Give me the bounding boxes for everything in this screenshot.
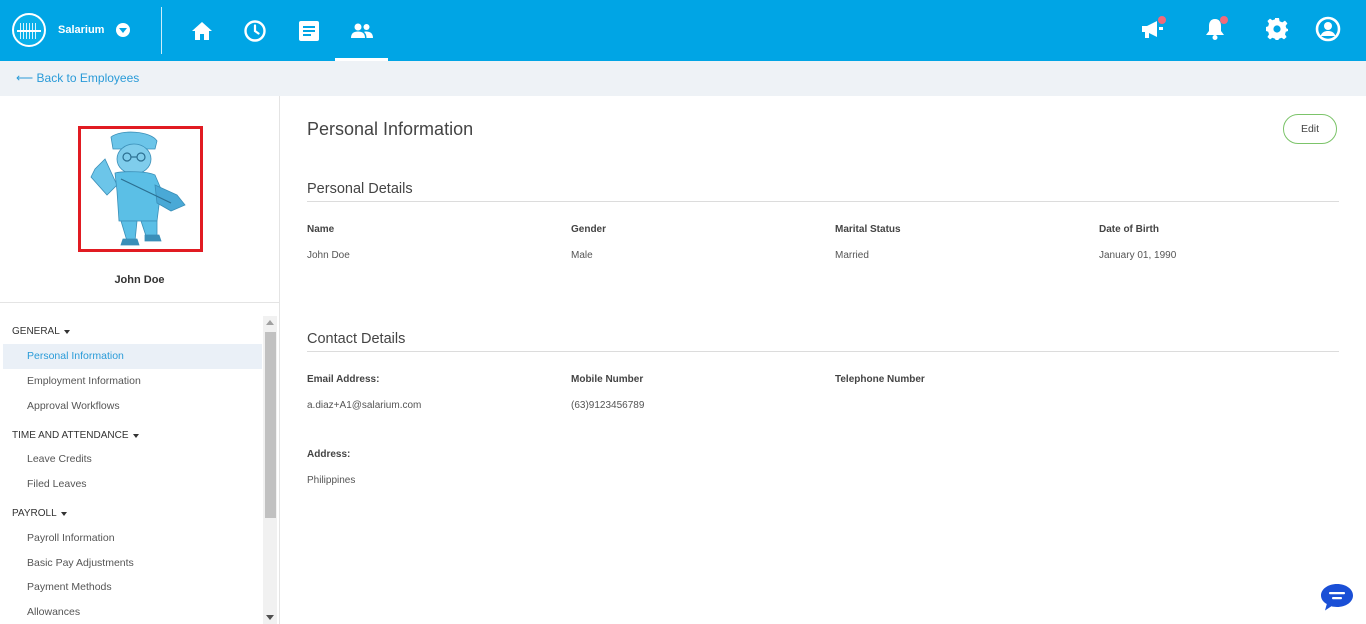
employee-illustration-icon (90, 131, 186, 246)
page-title: Personal Information (307, 119, 474, 139)
sidebar-item-payroll-information[interactable]: Payroll Information (3, 526, 262, 551)
date-of-birth-label: Date of Birth (1099, 224, 1159, 235)
caret-down-icon (60, 511, 67, 516)
scrollbar-thumb[interactable] (265, 332, 276, 518)
back-to-employees-link[interactable]: ⟵ Back to Employees (16, 71, 139, 85)
menu-group-label: GENERAL (12, 326, 60, 337)
people-icon[interactable] (335, 0, 388, 61)
gear-icon[interactable] (1262, 14, 1292, 44)
clock-icon[interactable] (228, 0, 281, 61)
name-label: Name (307, 224, 335, 235)
sidebar-item-leave-credits[interactable]: Leave Credits (3, 447, 262, 472)
sidebar-scrollbar[interactable] (263, 316, 277, 624)
sidebar-item-allowances[interactable]: Allowances (3, 600, 262, 624)
section-divider (307, 351, 1339, 352)
marital-status-value: Married (835, 250, 869, 261)
sidebar-item-payment-methods[interactable]: Payment Methods (3, 575, 262, 600)
salarium-logo-icon (12, 13, 46, 47)
gender-value: Male (571, 250, 593, 261)
menu-group-payroll[interactable]: PAYROLL (12, 508, 67, 519)
contact-details-heading: Contact Details (307, 331, 406, 347)
top-navigation-bar: Salarium (0, 0, 1366, 61)
marital-status-label: Marital Status (835, 224, 901, 235)
menu-group-label: PAYROLL (12, 508, 57, 519)
address-value: Philippines (307, 475, 356, 486)
nav-divider (161, 7, 162, 54)
scroll-up-arrow-icon[interactable] (266, 320, 274, 325)
document-icon[interactable] (282, 0, 335, 61)
edit-button[interactable]: Edit (1283, 114, 1337, 144)
mobile-number-value: (63)9123456789 (571, 400, 645, 411)
caret-down-icon (132, 433, 139, 438)
chat-bubble-icon[interactable] (1320, 582, 1354, 612)
name-value: John Doe (307, 250, 350, 261)
employee-name: John Doe (114, 274, 165, 286)
section-divider (307, 201, 1339, 202)
sidebar-item-approval-workflows[interactable]: Approval Workflows (3, 394, 262, 419)
sidebar-item-personal-information[interactable]: Personal Information (3, 344, 262, 369)
chevron-down-icon[interactable] (116, 23, 131, 37)
company-switcher[interactable]: Salarium (12, 13, 131, 47)
personal-details-heading: Personal Details (307, 181, 413, 197)
menu-group-label: TIME AND ATTENDANCE (12, 430, 129, 441)
home-icon[interactable] (175, 0, 228, 61)
employee-sidebar: John Doe GENERAL Personal Information Em… (0, 96, 280, 624)
caret-down-icon (63, 329, 70, 334)
bell-icon[interactable] (1200, 14, 1230, 44)
notification-dot (1220, 16, 1228, 24)
telephone-number-label: Telephone Number (835, 374, 925, 385)
sidebar-item-employment-information[interactable]: Employment Information (3, 369, 262, 394)
notification-dot (1158, 16, 1166, 24)
mobile-number-label: Mobile Number (571, 374, 644, 385)
avatar[interactable] (78, 126, 203, 252)
user-circle-icon[interactable] (1313, 14, 1343, 44)
company-name: Salarium (58, 24, 105, 36)
sidebar-item-basic-pay-adjustments[interactable]: Basic Pay Adjustments (3, 551, 262, 576)
sidebar-item-filed-leaves[interactable]: Filed Leaves (3, 472, 262, 497)
sidebar-divider (0, 302, 279, 303)
menu-group-general[interactable]: GENERAL (12, 326, 70, 337)
date-of-birth-value: January 01, 1990 (1099, 250, 1177, 261)
breadcrumb-bar: ⟵ Back to Employees (0, 61, 1366, 96)
email-value: a.diaz+A1@salarium.com (307, 400, 422, 411)
gender-label: Gender (571, 224, 607, 235)
scroll-down-arrow-icon[interactable] (266, 615, 274, 620)
megaphone-icon[interactable] (1137, 14, 1167, 44)
email-label: Email Address: (307, 374, 380, 385)
address-label: Address: (307, 449, 351, 460)
menu-group-time-and-attendance[interactable]: TIME AND ATTENDANCE (12, 430, 139, 441)
